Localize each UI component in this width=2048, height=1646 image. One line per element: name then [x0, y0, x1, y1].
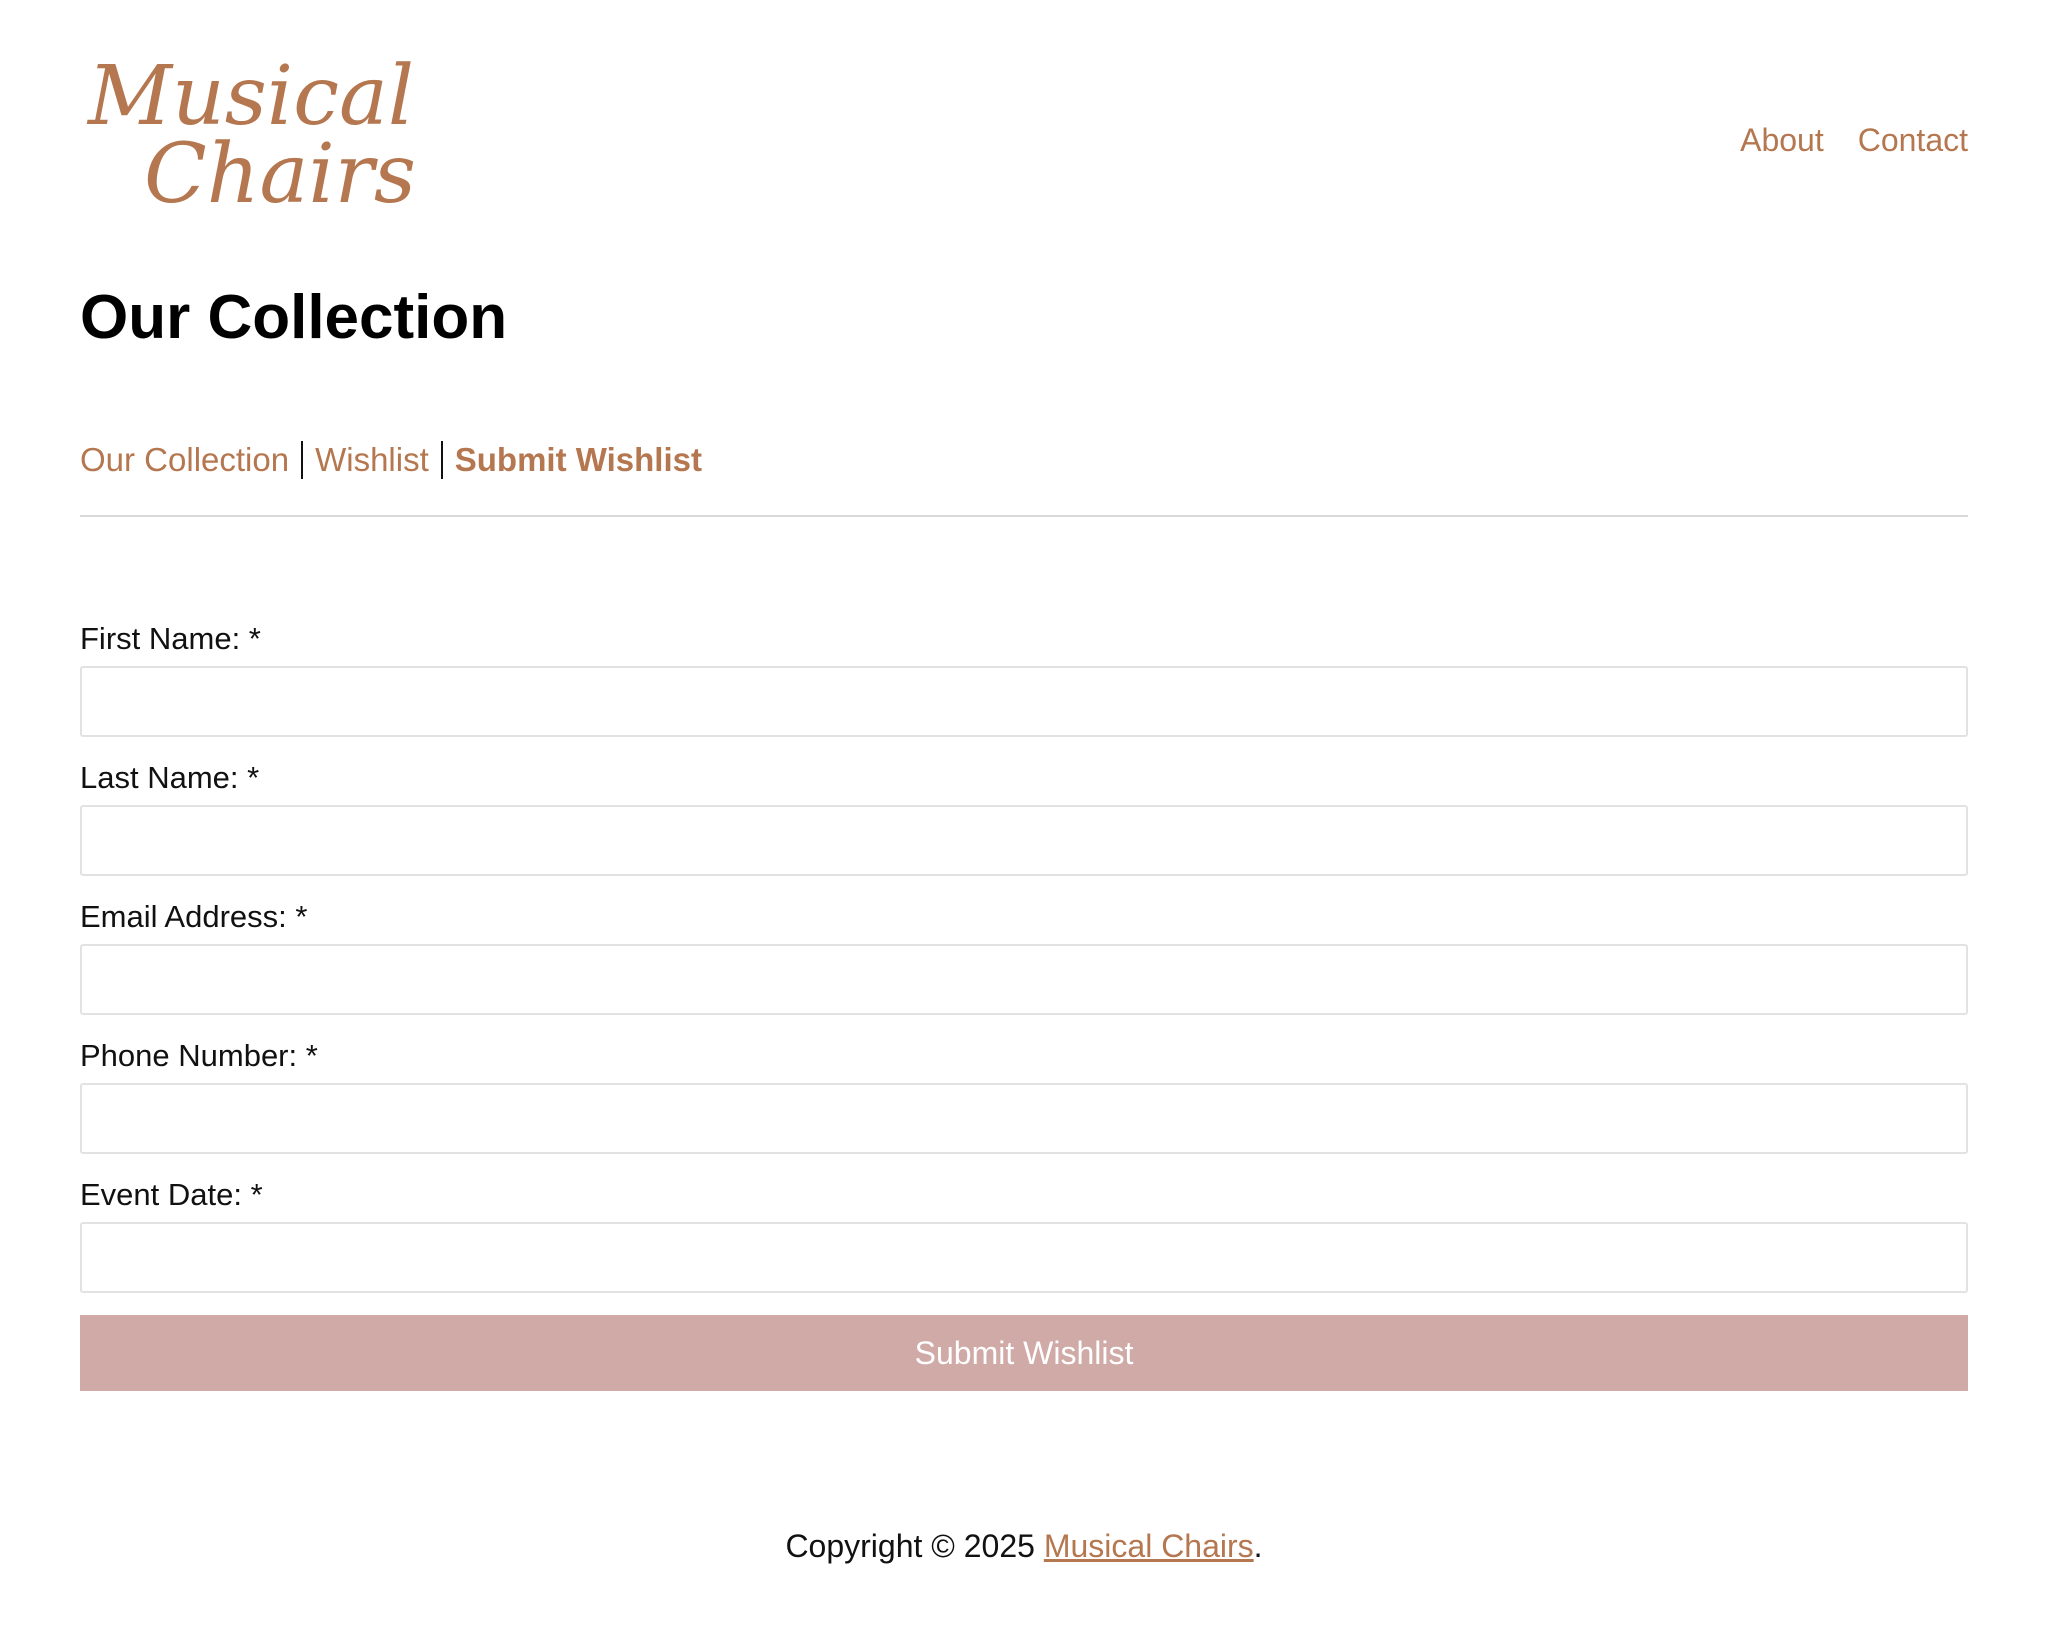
copyright-text: Copyright © 2025: [785, 1528, 1044, 1564]
nav-contact-link[interactable]: Contact: [1858, 122, 1968, 158]
first-name-field-group: First Name: *: [80, 620, 1968, 737]
email-field-group: Email Address: *: [80, 898, 1968, 1015]
phone-input[interactable]: [80, 1083, 1968, 1154]
logo-line2: Chairs: [144, 127, 416, 222]
breadcrumb-separator: [301, 441, 304, 479]
site-footer: Copyright © 2025 Musical Chairs.: [80, 1526, 1968, 1566]
phone-field-group: Phone Number: *: [80, 1037, 1968, 1154]
breadcrumb: Our Collection Wishlist Submit Wishlist: [80, 440, 702, 480]
wishlist-form: First Name: * Last Name: * Email Address…: [80, 620, 1968, 1391]
page: Musical Chairs About Contact Our Collect…: [80, 0, 1968, 1564]
nav-about-link[interactable]: About: [1740, 122, 1824, 158]
site-header: Musical Chairs About Contact: [80, 0, 1968, 250]
page-title: Our Collection: [80, 283, 508, 352]
logo-graphic: Musical Chairs: [86, 49, 416, 222]
breadcrumb-our-collection[interactable]: Our Collection: [80, 440, 289, 480]
breadcrumb-submit-wishlist[interactable]: Submit Wishlist: [455, 440, 702, 480]
email-label: Email Address: *: [80, 899, 308, 934]
site-logo[interactable]: Musical Chairs: [86, 49, 416, 222]
phone-label: Phone Number: *: [80, 1038, 318, 1073]
top-nav: About Contact: [1740, 122, 1968, 158]
last-name-field-group: Last Name: *: [80, 759, 1968, 876]
breadcrumb-wishlist[interactable]: Wishlist: [315, 440, 429, 480]
divider: [80, 515, 1968, 517]
first-name-input[interactable]: [80, 666, 1968, 737]
footer-brand-link[interactable]: Musical Chairs: [1044, 1528, 1254, 1564]
last-name-input[interactable]: [80, 805, 1968, 876]
breadcrumb-separator: [440, 441, 443, 479]
first-name-label: First Name: *: [80, 621, 261, 656]
email-input[interactable]: [80, 944, 1968, 1015]
event-date-input[interactable]: [80, 1222, 1968, 1293]
footer-period: .: [1253, 1528, 1263, 1564]
last-name-label: Last Name: *: [80, 760, 260, 795]
event-date-label: Event Date: *: [80, 1177, 263, 1212]
event-date-field-group: Event Date: *: [80, 1176, 1968, 1293]
submit-wishlist-button[interactable]: Submit Wishlist: [80, 1315, 1968, 1391]
